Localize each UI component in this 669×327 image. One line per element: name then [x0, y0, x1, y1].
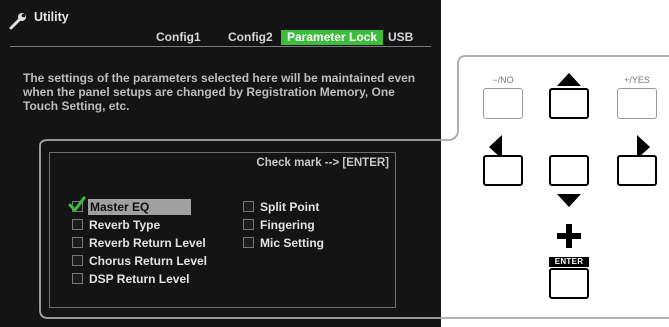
down-button[interactable] — [549, 155, 589, 186]
right-button[interactable] — [617, 155, 657, 186]
check-mark-hint: Check mark --> [ENTER] — [256, 157, 389, 169]
window-title: Utility — [34, 10, 69, 24]
wrench-icon — [9, 13, 26, 30]
description-text: The settings of the parameters selected … — [23, 71, 416, 113]
param-label: Split Point — [260, 200, 320, 214]
param-label: Fingering — [260, 218, 315, 232]
checkbox[interactable] — [72, 219, 83, 230]
parameter-list-box: Check mark --> [ENTER] Master EQ Reverb … — [49, 152, 396, 308]
tab-usb[interactable]: USB — [382, 30, 419, 45]
left-button[interactable] — [483, 155, 523, 186]
param-label: DSP Return Level — [89, 272, 190, 286]
yes-button-label: +/YES — [624, 75, 650, 85]
arrow-up-icon — [557, 73, 581, 86]
checkbox[interactable] — [72, 255, 83, 266]
tab-config1[interactable]: Config1 — [150, 30, 207, 45]
checkbox[interactable] — [243, 219, 254, 230]
param-label: Chorus Return Level — [89, 254, 208, 268]
title-bar: Utility Config1 Config2 Parameter Lock U… — [0, 0, 441, 46]
checkbox[interactable] — [72, 237, 83, 248]
check-mark-icon — [68, 196, 86, 212]
no-button-label: −/NO — [492, 75, 514, 85]
param-label: Master EQ — [88, 199, 191, 215]
checkbox[interactable] — [243, 237, 254, 248]
plus-yes-button[interactable] — [617, 88, 657, 119]
checkbox[interactable] — [72, 273, 83, 284]
enter-label: ENTER — [549, 257, 589, 267]
arrow-down-icon — [557, 194, 581, 207]
enter-button[interactable] — [549, 268, 589, 299]
up-button[interactable] — [549, 88, 589, 119]
title-divider — [10, 46, 431, 47]
param-label: Reverb Type — [89, 218, 161, 232]
minus-no-button[interactable] — [483, 88, 523, 119]
tab-config2[interactable]: Config2 — [222, 30, 279, 45]
checkbox[interactable] — [243, 201, 254, 212]
tab-parameter-lock[interactable]: Parameter Lock — [281, 30, 384, 45]
plus-icon — [557, 224, 581, 248]
param-label: Mic Setting — [260, 236, 325, 250]
lcd-screen: Utility Config1 Config2 Parameter Lock U… — [0, 0, 441, 327]
param-label: Reverb Return Level — [89, 236, 206, 250]
